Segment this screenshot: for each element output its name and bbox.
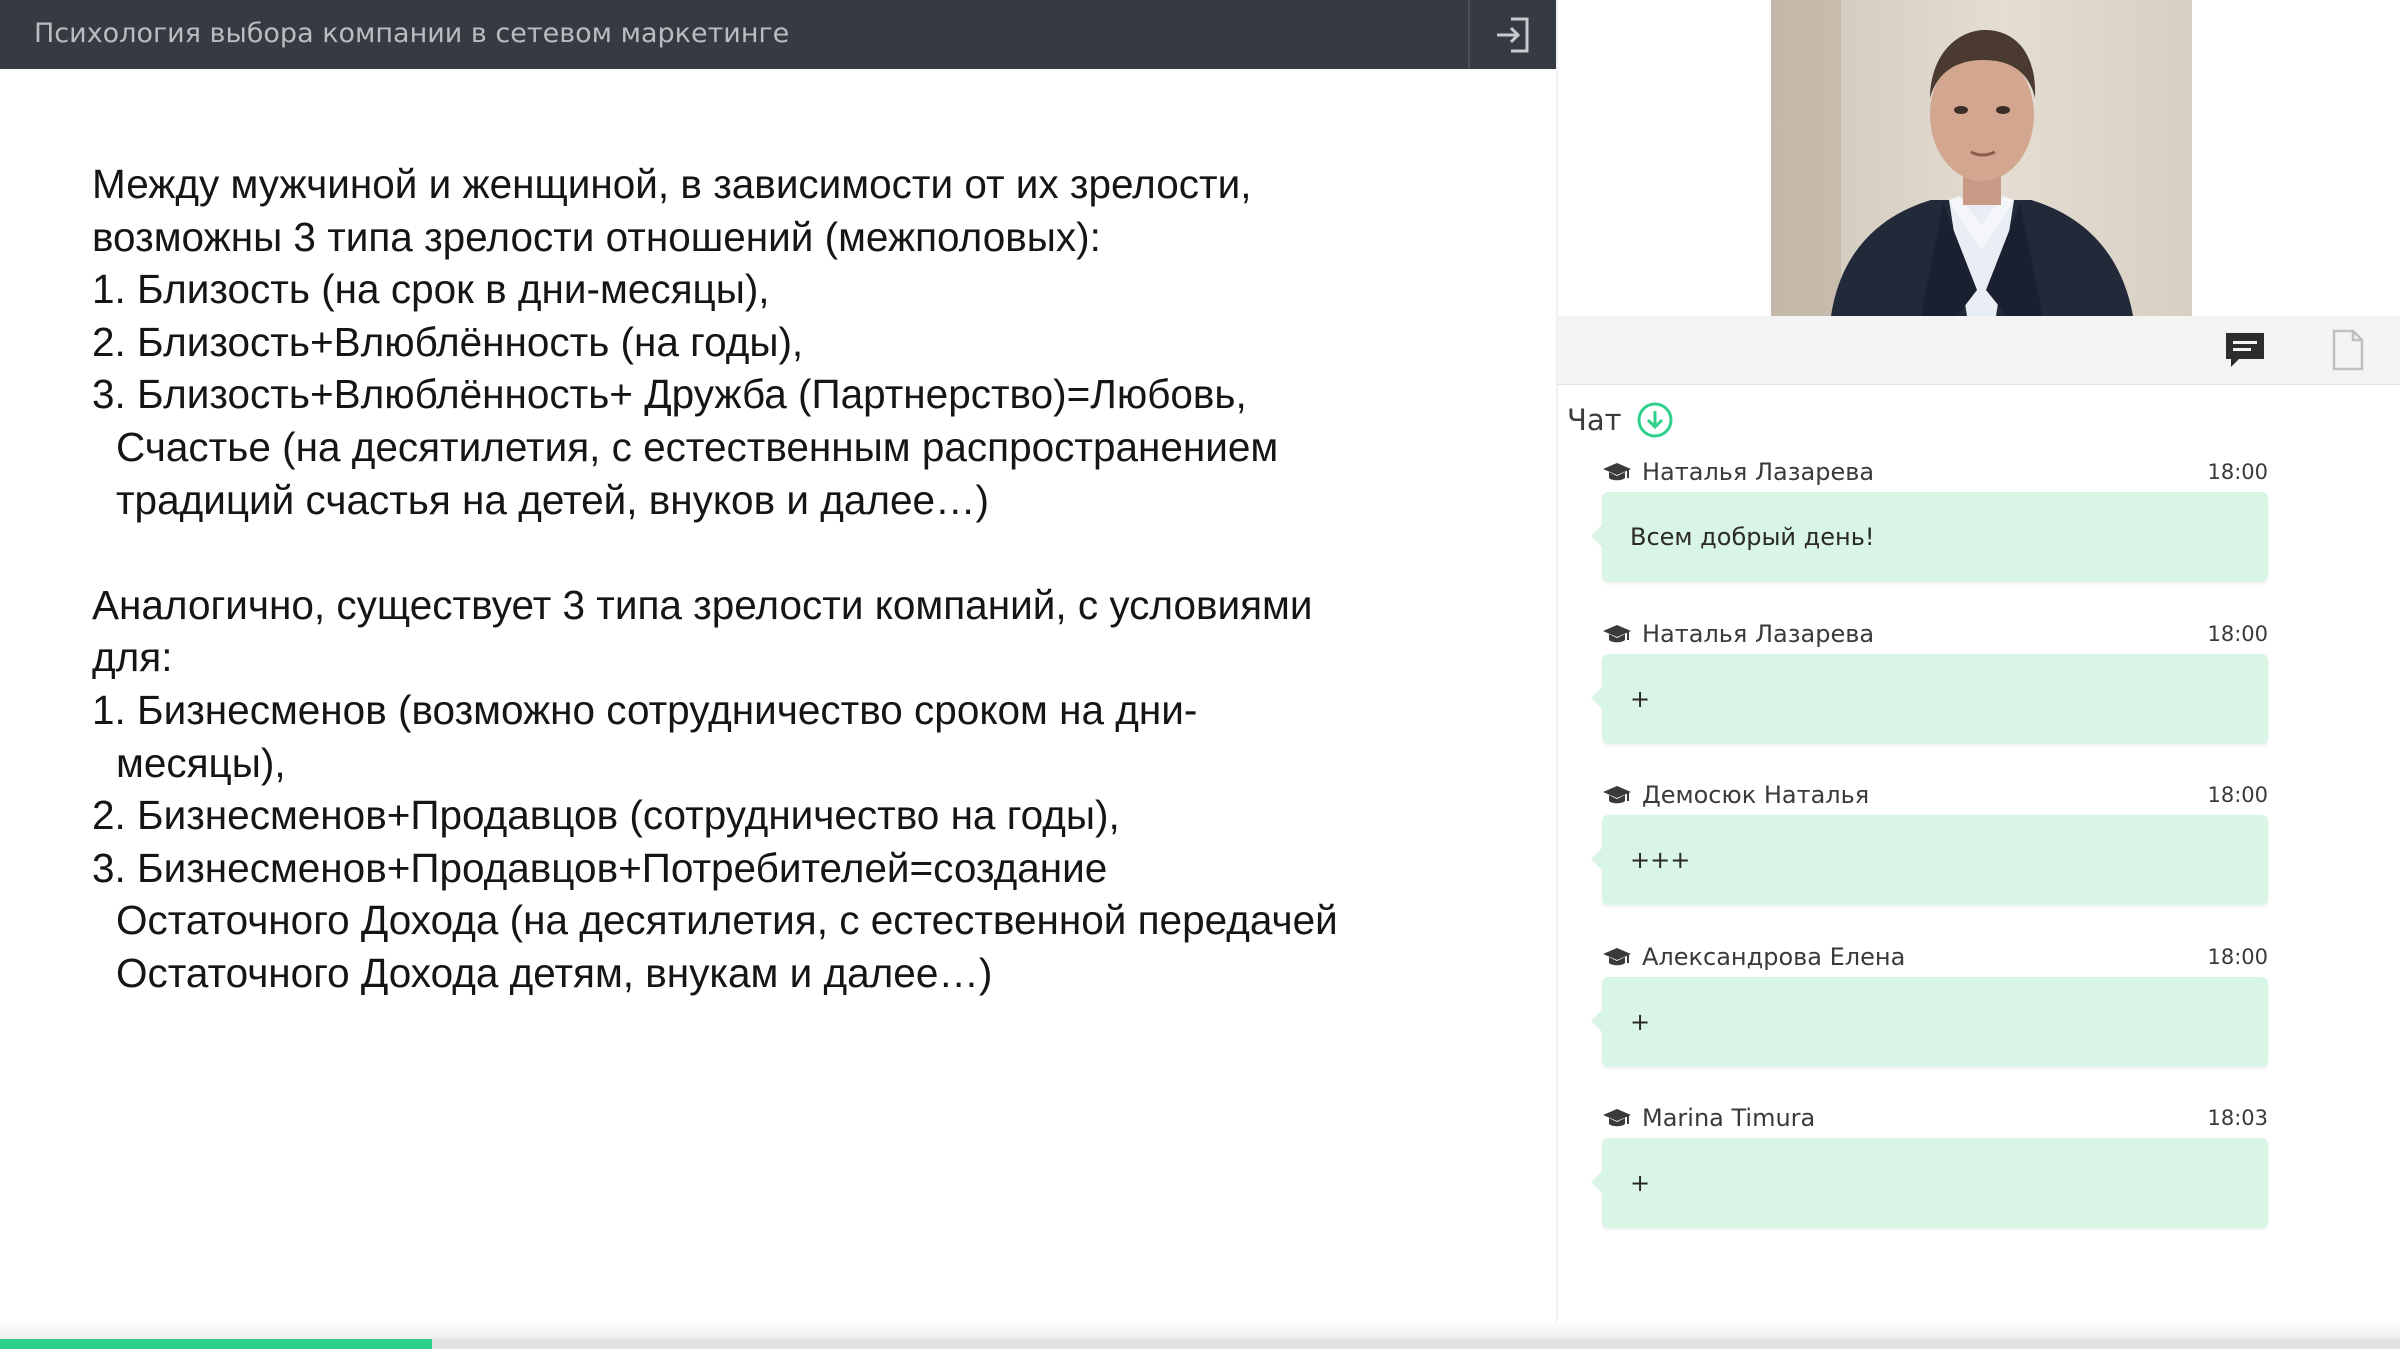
chat-message-author: Наталья Лазарева — [1642, 619, 1875, 648]
exit-icon — [1497, 17, 1529, 52]
slide-paragraph-relationships: Между мужчиной и женщиной, в зависимости… — [92, 158, 1532, 526]
presentation-title: Психология выбора компании в сетевом мар… — [34, 18, 790, 49]
chat-message: Наталья Лазарева 18:00 + — [1591, 612, 2268, 774]
chat-message-bubble: + — [1591, 976, 2268, 1067]
slide-list-item-cont: Остаточного Дохода (на десятилетия, с ес… — [116, 897, 1338, 944]
tab-chat[interactable] — [2210, 316, 2280, 384]
chat-message-author: Александрова Елена — [1642, 942, 1906, 971]
slide-list-item: 2. Бизнесменов+Продавцов (сотрудничество… — [92, 792, 1120, 839]
slide-list-item-cont: месяцы), — [116, 739, 286, 786]
presentation-header: Психология выбора компании в сетевом мар… — [0, 0, 1556, 69]
slide-list-item-cont: традиций счастья на детей, внуков и дале… — [116, 476, 990, 523]
panel-divider — [1556, 0, 1558, 1349]
chat-message-time: 18:00 — [2207, 783, 2268, 807]
graduation-cap-icon — [1603, 1109, 1631, 1127]
chat-message-text: + — [1630, 1007, 1651, 1036]
chat-message-header: Marina Timura 18:03 — [1602, 1104, 2268, 1132]
slide-list-item: 1. Близость (на срок в дни-месяцы), — [92, 266, 770, 313]
slide-list-item-cont: Счастье (на десятилетия, с естественным … — [116, 423, 1279, 470]
graduation-cap-icon — [1603, 947, 1631, 965]
presentation-progress[interactable] — [0, 1339, 2400, 1349]
chat-message: Александрова Елена 18:00 + — [1591, 935, 2268, 1097]
slide-text-line: для: — [92, 634, 173, 681]
slide-list-item: 3. Бизнесменов+Продавцов+Потребителей=со… — [92, 844, 1108, 891]
slide-paragraph-companies: Аналогично, существует 3 типа зрелости к… — [92, 579, 1532, 1000]
chat-message-bubble: +++ — [1591, 815, 2268, 905]
chat-message: Наталья Лазарева 18:00 Всем добрый день! — [1591, 450, 2268, 612]
chat-message-header: Наталья Лазарева 18:00 — [1602, 620, 2268, 648]
chat-message-header: Демосюк Наталья 18:00 — [1602, 781, 2268, 809]
chat-message-text: Всем добрый день! — [1630, 523, 1875, 551]
chat-message-text: + — [1630, 1169, 1651, 1197]
chat-message-author: Marina Timura — [1642, 1104, 1816, 1132]
chat-message-text: +++ — [1630, 846, 1691, 874]
slide-list-item-cont: Остаточного Дохода детям, внукам и далее… — [116, 949, 993, 996]
tab-files[interactable] — [2313, 316, 2383, 384]
exit-button[interactable] — [1468, 0, 1556, 69]
slide-text-line: возможны 3 типа зрелости отношений (межп… — [92, 213, 1101, 260]
chat-message-author: Демосюк Наталья — [1642, 781, 1870, 809]
chat-message-text: + — [1630, 684, 1651, 713]
chat-message-bubble: + — [1591, 1138, 2268, 1228]
arrow-down-circle-icon[interactable] — [1636, 401, 1674, 439]
graduation-cap-icon — [1603, 624, 1631, 642]
graduation-cap-icon — [1603, 786, 1631, 804]
slide-text-line: Между мужчиной и женщиной, в зависимости… — [92, 161, 1252, 207]
presenter-video-frame — [1771, 0, 2192, 316]
chat-bubble-icon — [2226, 333, 2264, 367]
chat-message-author: Наталья Лазарева — [1642, 458, 1875, 486]
chat-message-time: 18:03 — [2207, 1106, 2268, 1130]
chat-message: Демосюк Наталья 18:00 +++ — [1591, 773, 2268, 935]
chat-message-time: 18:00 — [2207, 621, 2268, 646]
bottom-shadow — [0, 1322, 2400, 1339]
chat-message-time: 18:00 — [2207, 944, 2268, 969]
chat-message-header: Александрова Елена 18:00 — [1602, 943, 2268, 971]
presenter-video — [1771, 0, 2192, 316]
slide-text-line: Аналогично, существует 3 типа зрелости к… — [92, 581, 1313, 628]
document-icon — [2332, 329, 2364, 371]
chat-message-time: 18:00 — [2207, 460, 2268, 484]
progress-fill — [0, 1339, 432, 1349]
chat-message-bubble: + — [1591, 653, 2268, 744]
slide-list-item: 2. Близость+Влюблённость (на годы), — [92, 318, 804, 365]
chat-message: Marina Timura 18:03 + — [1591, 1096, 2268, 1258]
chat-title: Чат — [1567, 403, 1622, 437]
chat-message-bubble: Всем добрый день! — [1591, 492, 2268, 582]
slide-list-item: 1. Бизнесменов (возможно сотрудничество … — [92, 686, 1198, 733]
chat-message-list[interactable]: Наталья Лазарева 18:00 Всем добрый день! На… — [1591, 450, 2268, 1258]
chat-header: Чат — [1567, 400, 1674, 440]
graduation-cap-icon — [1603, 463, 1631, 481]
side-panel-tabs — [1558, 316, 2400, 385]
slide-list-item: 3. Близость+Влюблённость+ Дружба (Партне… — [92, 371, 1247, 418]
slide-content: Между мужчиной и женщиной, в зависимости… — [92, 158, 1532, 1000]
chat-message-header: Наталья Лазарева 18:00 — [1602, 458, 2268, 486]
